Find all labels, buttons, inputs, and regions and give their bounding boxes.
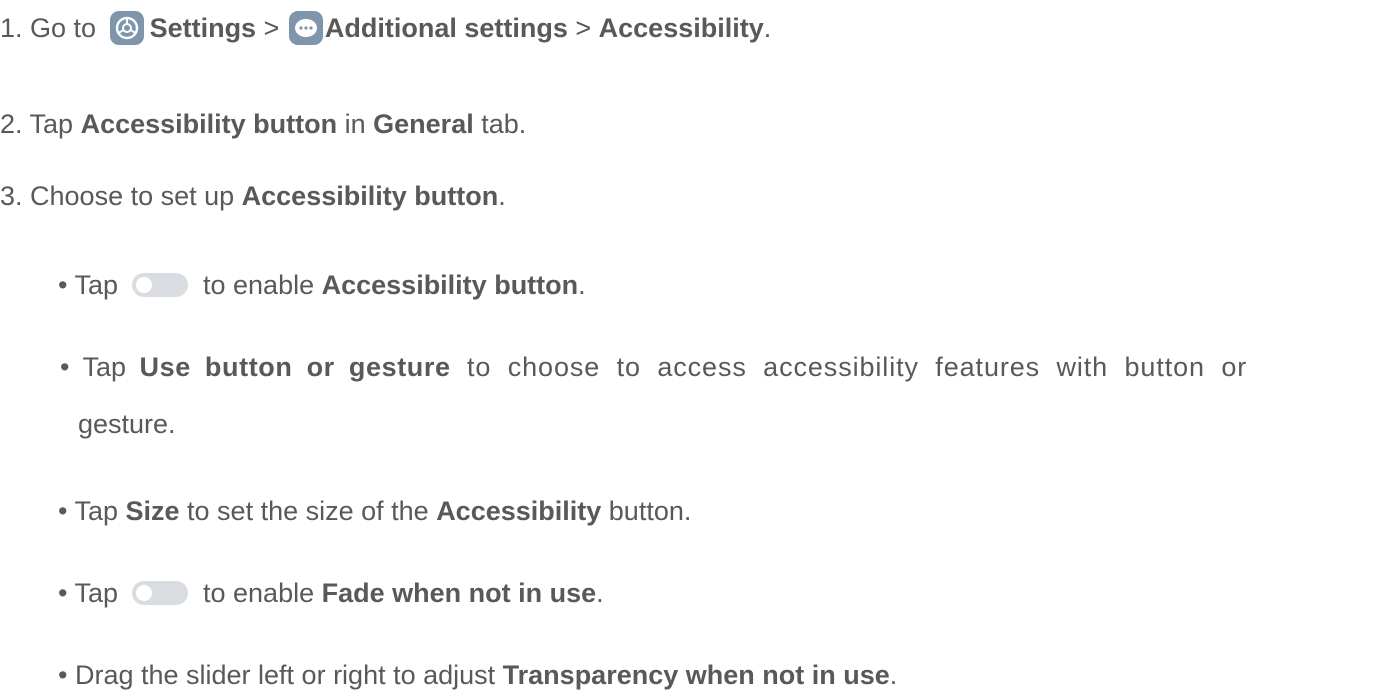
bullet-2-line1: to choose to access accessibility featur… (450, 352, 1248, 382)
general-tab-label: General (373, 109, 474, 139)
bullet-3-end: button. (601, 496, 692, 526)
fade-when-not-in-use-label: Fade when not in use (321, 578, 597, 608)
bullet-4-prefix: • Tap (58, 578, 126, 608)
bullet-1-prefix: • Tap (58, 270, 126, 300)
step-3: 3. Choose to set up Accessibility button… (0, 176, 506, 216)
transparency-label: Transparency when not in use (502, 660, 890, 690)
bullet-5-prefix: • Drag the slider left or right to adjus… (58, 660, 503, 690)
bullet-3-mid: to set the size of the (179, 496, 437, 526)
use-button-or-gesture-label: Use button or gesture (139, 352, 451, 382)
bullet-transparency: • Drag the slider left or right to adjus… (58, 655, 897, 695)
step-1-prefix: 1. Go to (0, 13, 104, 43)
step-3-end: . (498, 181, 506, 211)
more-dots-icon (288, 10, 323, 45)
step-2: 2. Tap Accessibility button in General t… (0, 104, 526, 144)
bullet-2-prefix: • Tap (60, 352, 140, 382)
settings-gear-icon (109, 10, 144, 45)
accessibility-button-label: Accessibility button (321, 270, 579, 300)
settings-label: Settings (149, 13, 257, 43)
bullet-enable-button: • Tap to enable Accessibility button. (58, 265, 586, 305)
bullet-4-end: . (596, 578, 604, 608)
toggle-knob (135, 276, 152, 293)
accessibility-button-label: Accessibility button (241, 181, 499, 211)
additional-settings-label: Additional settings (324, 13, 568, 43)
toggle-off-icon (131, 580, 188, 605)
bullet-3-prefix: • Tap (58, 496, 126, 526)
accessibility-button-label: Accessibility button (80, 109, 338, 139)
accessibility-label: Accessibility (436, 496, 602, 526)
bullet-use-button-gesture: • Tap Use button or gesture to choose to… (60, 347, 1247, 387)
breadcrumb-separator: > (256, 13, 287, 43)
toggle-off-icon (131, 272, 188, 297)
step-2-prefix: 2. Tap (0, 109, 81, 139)
step-2-end: tab. (473, 109, 527, 139)
bullet-2-line2: gesture. (78, 409, 176, 439)
bullet-fade: • Tap to enable Fade when not in use. (58, 573, 604, 613)
bullet-size: • Tap Size to set the size of the Access… (58, 491, 691, 531)
bullet-1-mid: to enable (195, 270, 322, 300)
step-3-prefix: 3. Choose to set up (0, 181, 242, 211)
toggle-knob (135, 584, 152, 601)
step-1: 1. Go to Settings > Additional settings … (0, 8, 771, 48)
step-1-end: . (763, 13, 772, 43)
breadcrumb-separator: > (567, 13, 599, 43)
step-2-mid: in (337, 109, 374, 139)
bullet-2-continuation: gesture. (78, 404, 176, 444)
bullet-5-end: . (889, 660, 898, 690)
bullet-4-mid: to enable (195, 578, 322, 608)
size-label: Size (125, 496, 180, 526)
bullet-1-end: . (578, 270, 586, 300)
accessibility-label: Accessibility (598, 13, 764, 43)
